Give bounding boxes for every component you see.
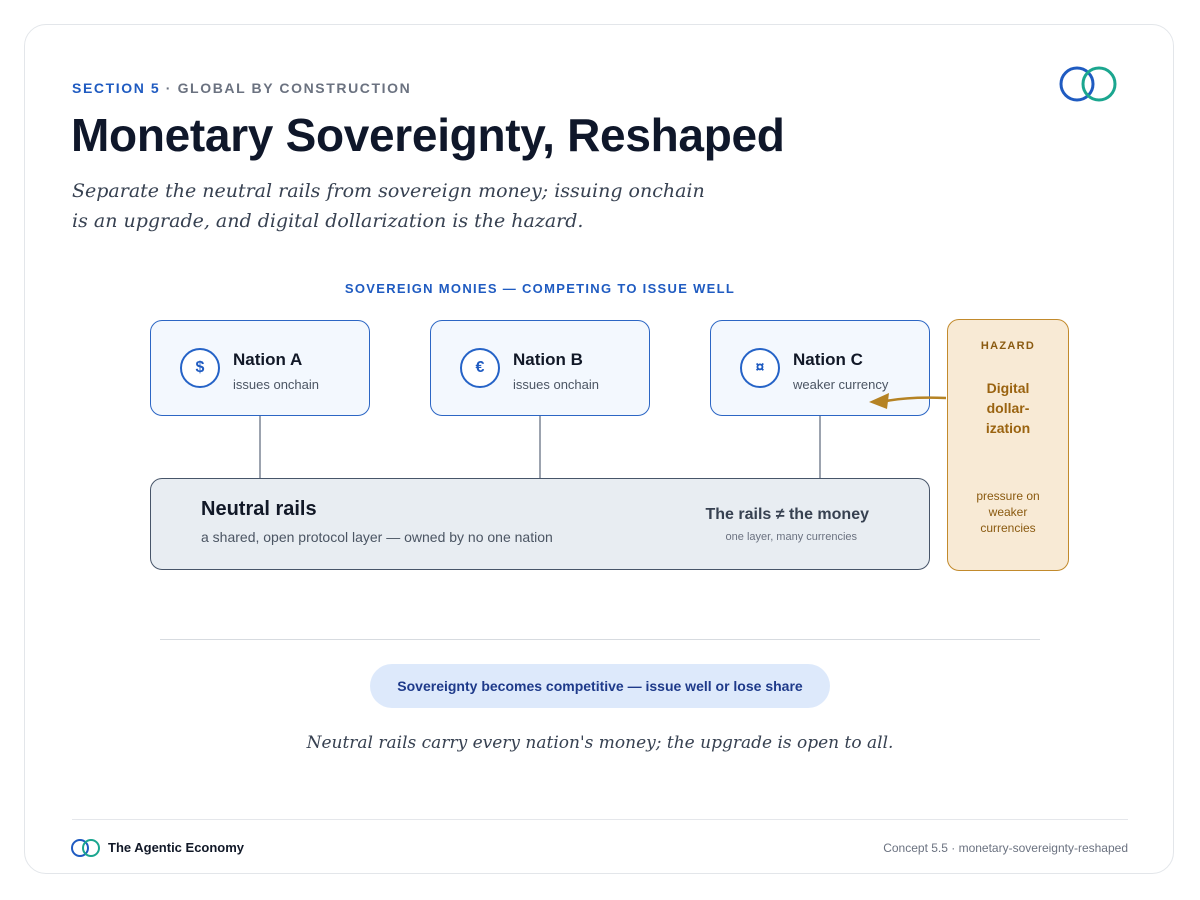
nation-a-name: Nation A xyxy=(233,350,303,369)
connector-nation-b xyxy=(539,416,541,478)
arrow-icon xyxy=(869,393,947,409)
hazard-title: Digital dollar-ization xyxy=(985,380,1031,436)
rails-note-sub: one layer, many currencies xyxy=(725,531,857,543)
nation-c-name: Nation C xyxy=(793,350,863,369)
section-number: SECTION 5 xyxy=(72,80,161,96)
footer-brand: The Agentic Economy xyxy=(108,840,245,855)
neutral-rails-box: Neutral rails a shared, open protocol la… xyxy=(150,478,930,570)
nation-b-name: Nation B xyxy=(513,350,583,369)
closing-statement: Neutral rails carry every nation's money… xyxy=(306,733,894,753)
rails-desc: a shared, open protocol layer — owned by… xyxy=(201,529,553,545)
section-kicker: SECTION 5 · GLOBAL BY CONSTRUCTION xyxy=(72,80,411,96)
nation-b-desc: issues onchain xyxy=(513,377,599,392)
currency-coin-icon: ¤ xyxy=(740,348,780,388)
section-divider xyxy=(160,639,1040,640)
rails-title: Neutral rails xyxy=(201,498,317,520)
euro-coin-icon: € xyxy=(460,348,500,388)
footer-divider xyxy=(72,819,1128,820)
takeaway-pill: Sovereignty becomes competitive — issue … xyxy=(370,664,830,708)
page-title: Monetary Sovereignty, Reshaped xyxy=(71,109,785,161)
footer-logo-icon xyxy=(71,839,100,857)
nation-a-desc: issues onchain xyxy=(233,377,319,392)
page-subtitle: Separate the neutral rails from sovereig… xyxy=(72,180,705,232)
dollar-coin-icon: $ xyxy=(180,348,220,388)
footer-reference: Concept 5.5 · monetary-sovereignty-resha… xyxy=(883,841,1128,855)
rails-note: The rails ≠ the money xyxy=(705,506,870,523)
connector-nation-a xyxy=(259,416,261,478)
nation-a-box: $ Nation A issues onchain xyxy=(150,320,370,416)
hazard-label: HAZARD xyxy=(980,340,1036,352)
kicker-separator: · xyxy=(160,80,178,96)
section-name: GLOBAL BY CONSTRUCTION xyxy=(177,80,412,96)
interlocking-rings-logo-icon xyxy=(1059,66,1117,102)
connector-nation-c xyxy=(819,416,821,478)
hazard-box: HAZARD Digital dollar-ization pressure o… xyxy=(947,319,1069,571)
sovereign-monies-label: SOVEREIGN MONIES — COMPETING TO ISSUE WE… xyxy=(344,281,736,296)
nation-b-box: € Nation B issues onchain xyxy=(430,320,650,416)
hazard-desc: pressure on weaker currencies xyxy=(976,489,1040,535)
